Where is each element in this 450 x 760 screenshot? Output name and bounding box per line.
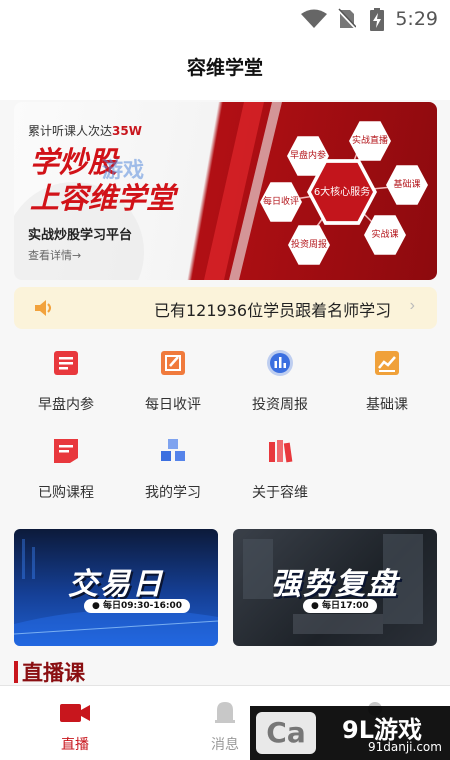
menu-item-weekly-report[interactable]: 投资周报 — [225, 340, 335, 420]
section-title-bar — [14, 661, 18, 683]
card-schedule: ● 每日09:30-16:00 — [84, 599, 191, 613]
trend-chart-icon — [375, 351, 399, 375]
promo-banner[interactable]: 累计听课人次达35W 学炒股 上容维学堂 游戏 实战炒股学习平台 查看详情→ 6… — [14, 102, 437, 280]
home-content[interactable]: 累计听课人次达35W 学炒股 上容维学堂 游戏 实战炒股学习平台 查看详情→ 6… — [0, 100, 450, 685]
cubes-icon — [161, 439, 185, 461]
menu-item-morning-brief[interactable]: 早盘内参 — [11, 340, 121, 420]
chart-circle-icon — [267, 350, 293, 376]
speaker-icon — [35, 300, 51, 316]
menu-item-label: 投资周报 — [252, 397, 308, 413]
no-sim-icon — [338, 8, 356, 30]
page-title: 容维学堂 — [186, 57, 263, 79]
menu-item-label: 已购课程 — [38, 485, 94, 501]
status-bar: 5:29 — [0, 0, 450, 36]
menu-item-label: 关于容维 — [252, 485, 308, 501]
status-time: 5:29 — [395, 8, 438, 30]
clock-icon: ● — [311, 601, 319, 611]
section-title-text: 直播课 — [22, 661, 85, 685]
menu-item-daily-review[interactable]: 每日收评 — [118, 340, 228, 420]
notice-bar[interactable]: 已有121936位学员跟着名师学习 › — [14, 287, 437, 329]
books-icon — [269, 440, 293, 463]
menu-item-purchased[interactable]: 已购课程 — [11, 428, 121, 508]
bell-icon — [215, 702, 235, 723]
banner-title-line2: 上容维学堂 — [30, 181, 176, 215]
news-icon — [54, 351, 78, 375]
purchased-icon — [54, 439, 78, 463]
program-card-trading-day[interactable]: 交易日 ● 每日09:30-16:00 — [14, 529, 218, 646]
battery-charging-icon — [370, 8, 384, 31]
watermark-logo-url: 91danji.com — [368, 740, 442, 754]
menu-item-my-learning[interactable]: 我的学习 — [118, 428, 228, 508]
card-schedule: ● 每日17:00 — [303, 599, 377, 613]
card-schedule-text: 每日09:30-16:00 — [103, 601, 183, 611]
menu-item-basic-course[interactable]: 基础课 — [332, 340, 442, 420]
section-title: 直播课 — [14, 657, 85, 685]
banner-subtitle-text: 累计听课人次达 — [28, 124, 113, 138]
clock-icon: ● — [92, 601, 100, 611]
edit-icon — [161, 351, 185, 375]
banner-subtitle-count: 35W — [112, 124, 142, 138]
menu-item-label: 我的学习 — [145, 485, 201, 501]
tab-label: 直播 — [61, 737, 89, 753]
tab-live[interactable]: 直播 — [0, 686, 150, 760]
live-camera-icon — [60, 704, 90, 722]
wifi-icon — [301, 9, 327, 28]
menu-item-label: 早盘内参 — [38, 397, 94, 413]
banner-tagline: 实战炒股学习平台 — [28, 228, 133, 243]
banner-subtitle: 累计听课人次达35W — [28, 122, 142, 139]
program-card-review[interactable]: 强势复盘 ● 每日17:00 — [233, 529, 437, 646]
card-title: 强势复盘 — [271, 567, 399, 602]
watermark-logo: Ca 9L游戏 91danji.com — [250, 706, 450, 760]
card-schedule-text: 每日17:00 — [322, 601, 369, 611]
chevron-right-icon: › — [409, 297, 415, 314]
menu-item-about[interactable]: 关于容维 — [225, 428, 335, 508]
menu-item-label: 每日收评 — [145, 397, 201, 413]
banner-more-link[interactable]: 查看详情→ — [28, 247, 81, 263]
watermark-text: 游戏 — [102, 158, 144, 182]
app-header: 容维学堂 — [0, 36, 450, 100]
notice-text: 已有121936位学员跟着名师学习 — [154, 301, 392, 320]
card-title: 交易日 — [68, 567, 164, 602]
watermark-logo-letter: Ca — [256, 712, 316, 754]
menu-item-label: 基础课 — [366, 397, 408, 413]
